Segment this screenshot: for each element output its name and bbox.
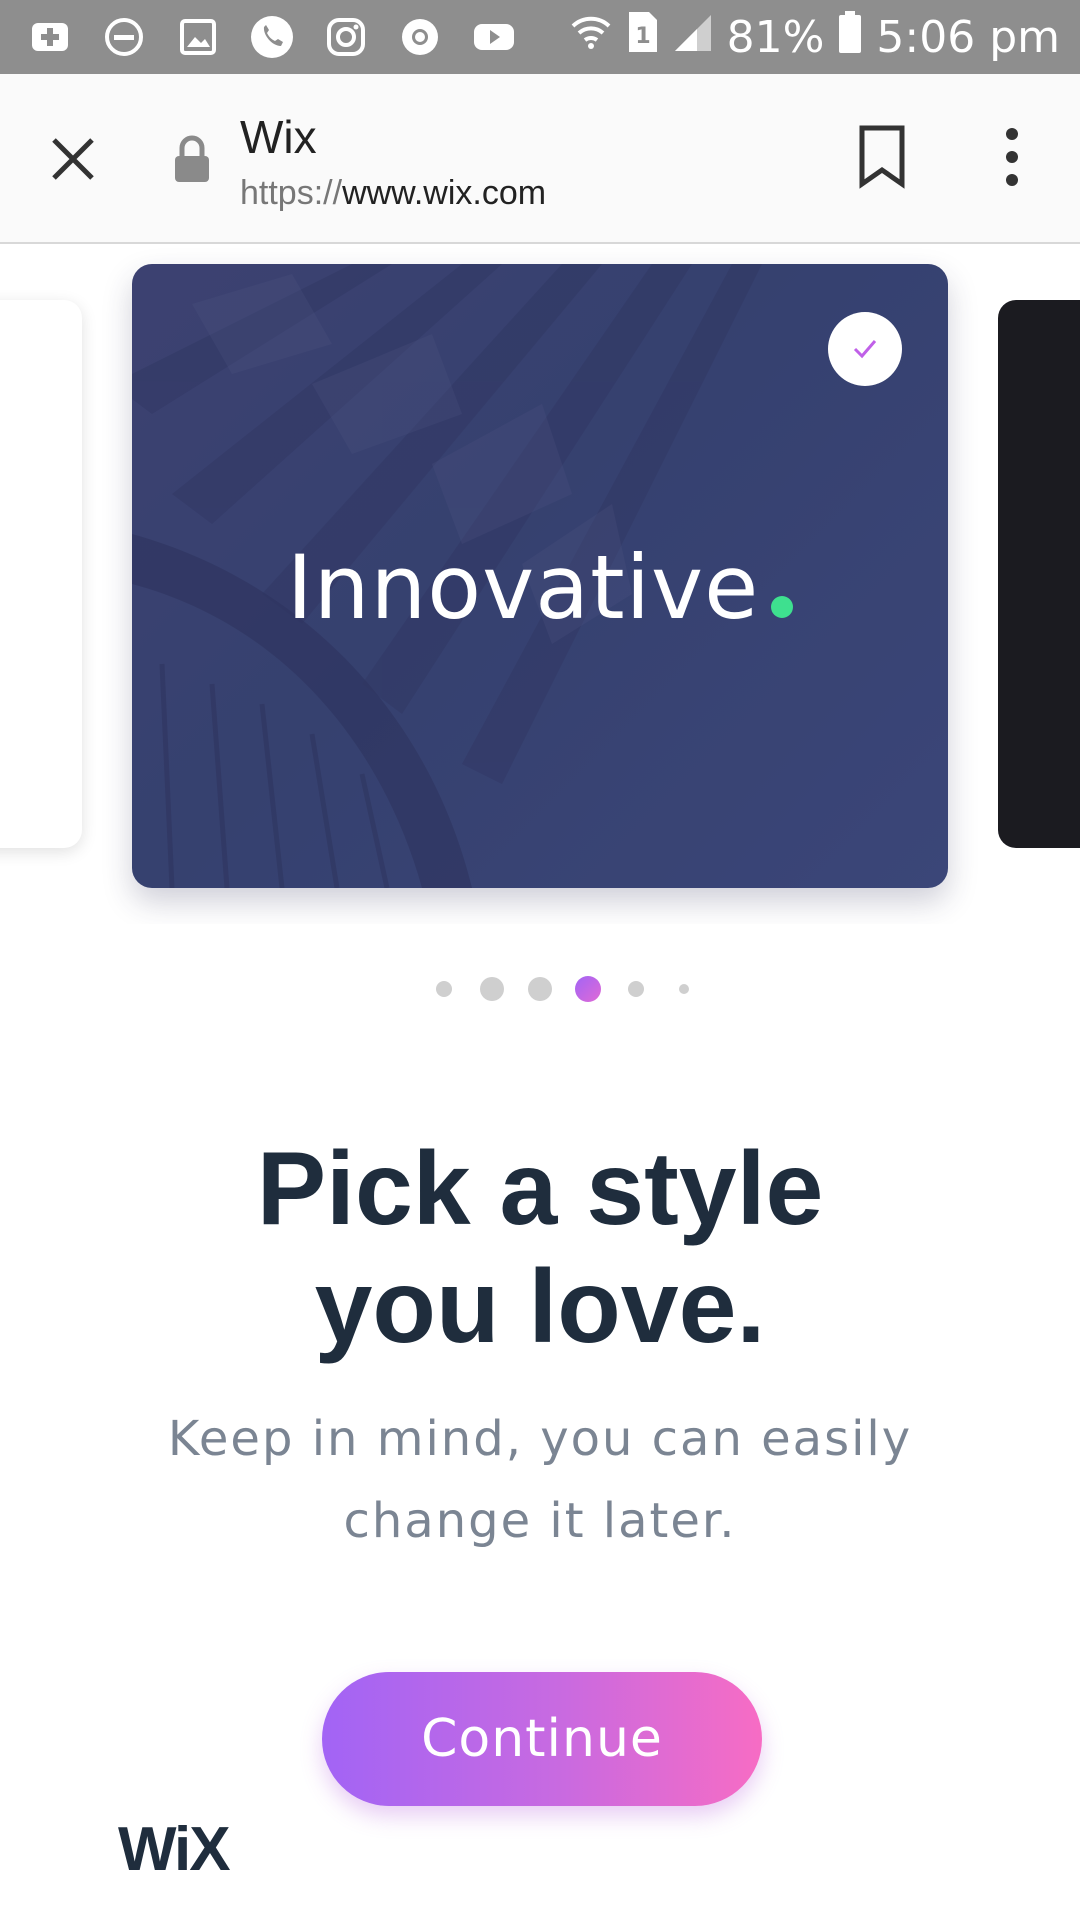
style-card-previous[interactable] [0, 300, 82, 848]
url-bar[interactable]: https://www.wix.com [240, 174, 546, 213]
accent-dot [771, 596, 794, 618]
continue-button[interactable]: Continue [322, 1672, 762, 1806]
style-card-active[interactable]: Innovative [132, 264, 948, 888]
pager-dot[interactable] [628, 981, 644, 997]
wifi-icon [569, 10, 613, 65]
instagram-icon [324, 15, 368, 59]
pager-dot[interactable] [480, 977, 504, 1001]
subtext-line-1: Keep in mind, you can easily [167, 1411, 913, 1467]
phone-icon [250, 15, 294, 59]
lock-icon [172, 134, 212, 184]
do-not-disturb-icon [102, 15, 146, 59]
svg-text:1: 1 [635, 24, 650, 49]
pager-dot-active[interactable] [575, 976, 601, 1002]
style-card-title-text: Innovative [286, 536, 760, 639]
youtube-icon [472, 15, 516, 59]
system-status: 1 81% 5:06 pm [569, 10, 1060, 65]
style-card-title: Innovative [132, 536, 948, 639]
url-scheme: https:// [240, 174, 343, 212]
close-icon[interactable] [44, 130, 102, 188]
subtext-line-2: change it later. [343, 1493, 737, 1549]
url-host: www.wix.com [342, 174, 547, 212]
page-subtext: Keep in mind, you can easily change it l… [150, 1398, 930, 1562]
browser-toolbar: Wix https://www.wix.com [0, 74, 1080, 244]
notification-icons [28, 15, 516, 59]
pager-dot[interactable] [679, 984, 689, 994]
page-title: Wix [240, 111, 317, 163]
headline-line-1: Pick a style [256, 1131, 824, 1247]
pager-dot[interactable] [528, 977, 552, 1001]
add-box-icon [28, 15, 72, 59]
battery-icon [838, 10, 862, 65]
pager-dot[interactable] [436, 981, 452, 997]
gallery-icon [176, 15, 220, 59]
bookmark-icon[interactable] [856, 124, 908, 190]
chrome-icon [398, 15, 442, 59]
battery-percent: 81% [726, 11, 825, 63]
more-vert-icon[interactable] [990, 124, 1034, 190]
page-headline: Pick a style you love. [0, 1130, 1080, 1366]
style-carousel[interactable]: Innovative [0, 244, 1080, 924]
sim-1-icon: 1 [627, 10, 659, 65]
wix-logo: WiX [118, 1815, 231, 1884]
headline-line-2: you love. [314, 1249, 766, 1365]
selected-check-icon[interactable] [828, 312, 902, 386]
carousel-pager [0, 974, 1080, 1004]
style-card-next[interactable] [998, 300, 1080, 848]
status-bar: 1 81% 5:06 pm [0, 0, 1080, 74]
clock: 5:06 pm [876, 11, 1060, 63]
signal-icon [673, 10, 713, 64]
